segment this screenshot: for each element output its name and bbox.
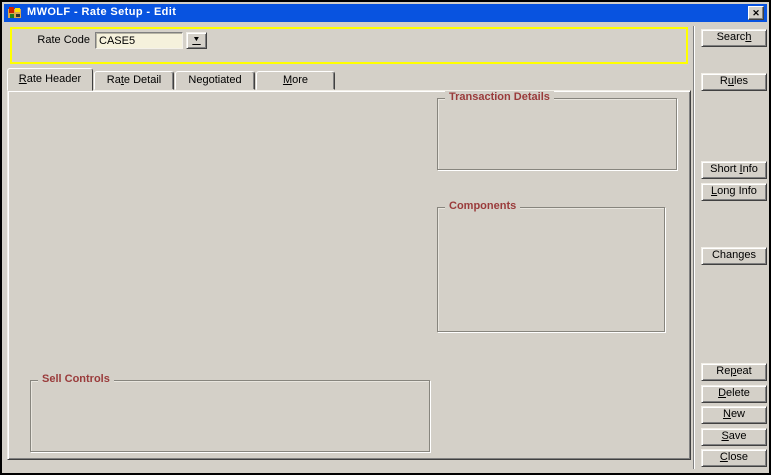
transaction-details-title: Transaction Details <box>445 91 554 103</box>
tab-rate-header[interactable]: Rate Header <box>7 68 93 91</box>
close-icon: ✕ <box>752 8 760 18</box>
repeat-button[interactable]: Repeat <box>701 363 767 381</box>
long-info-button[interactable]: Long Info <box>701 183 767 201</box>
title-bar: MWOLF - Rate Setup - Edit ✕ <box>4 4 767 22</box>
tab-more[interactable]: More <box>256 71 335 90</box>
panel-divider <box>693 26 695 469</box>
rate-code-selector-label: Rate Code <box>10 32 90 49</box>
sell-controls-title: Sell Controls <box>38 373 114 385</box>
close-button[interactable]: Close <box>701 449 767 467</box>
window-title: MWOLF - Rate Setup - Edit <box>27 6 176 18</box>
close-window-button[interactable]: ✕ <box>748 6 764 20</box>
components-title: Components <box>445 200 520 212</box>
rate-setup-window: MWOLF - Rate Setup - Edit ✕ Rate Code ▼ … <box>0 0 771 475</box>
delete-button[interactable]: Delete <box>701 385 767 403</box>
search-button[interactable]: Search <box>701 29 767 47</box>
app-icon <box>7 5 23 21</box>
sell-controls-group <box>30 380 430 452</box>
save-button[interactable]: Save <box>701 428 767 446</box>
rate-code-selector-lov-button[interactable]: ▼ <box>186 32 207 49</box>
tab-rate-detail[interactable]: Rate Detail <box>94 71 174 90</box>
changes-button[interactable]: Changes <box>701 247 767 265</box>
new-button[interactable]: New <box>701 406 767 424</box>
components-group <box>437 207 665 332</box>
rules-button[interactable]: Rules <box>701 73 767 91</box>
rate-code-selector-input[interactable] <box>95 32 183 49</box>
tab-negotiated[interactable]: Negotiated <box>175 71 255 90</box>
lov-arrow-icon: ▼ <box>192 36 200 45</box>
transaction-details-group <box>437 98 677 170</box>
short-info-button[interactable]: Short Info <box>701 161 767 179</box>
